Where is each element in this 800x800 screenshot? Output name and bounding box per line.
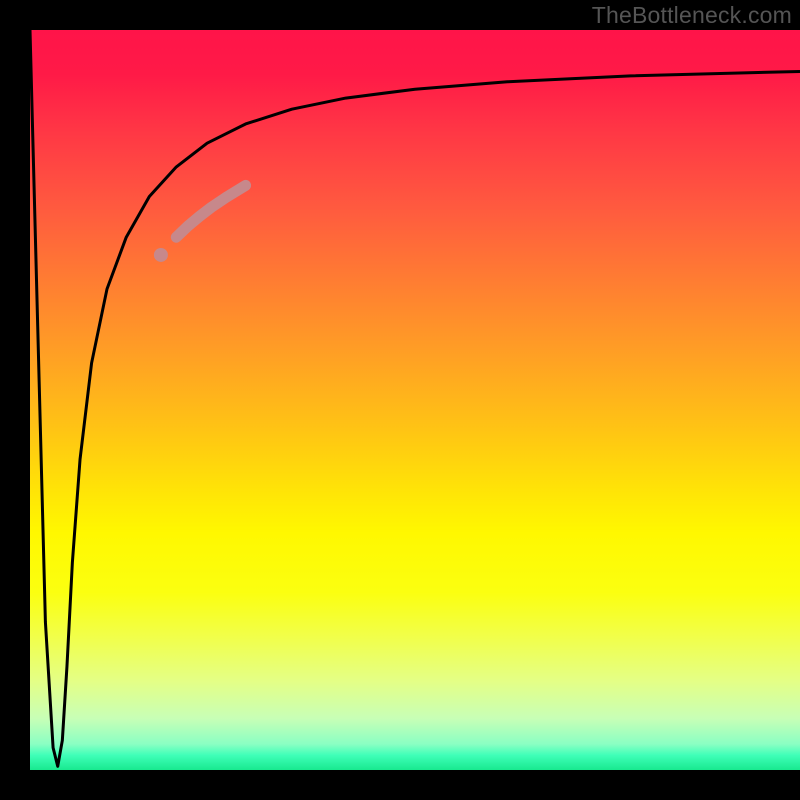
chart-plot-area [30, 30, 800, 770]
chart-svg-layer [30, 30, 800, 770]
highlighted-segment [176, 185, 245, 237]
bottleneck-curve [30, 30, 800, 766]
highlighted-dot [154, 248, 168, 262]
watermark-text: TheBottleneck.com [592, 2, 792, 29]
